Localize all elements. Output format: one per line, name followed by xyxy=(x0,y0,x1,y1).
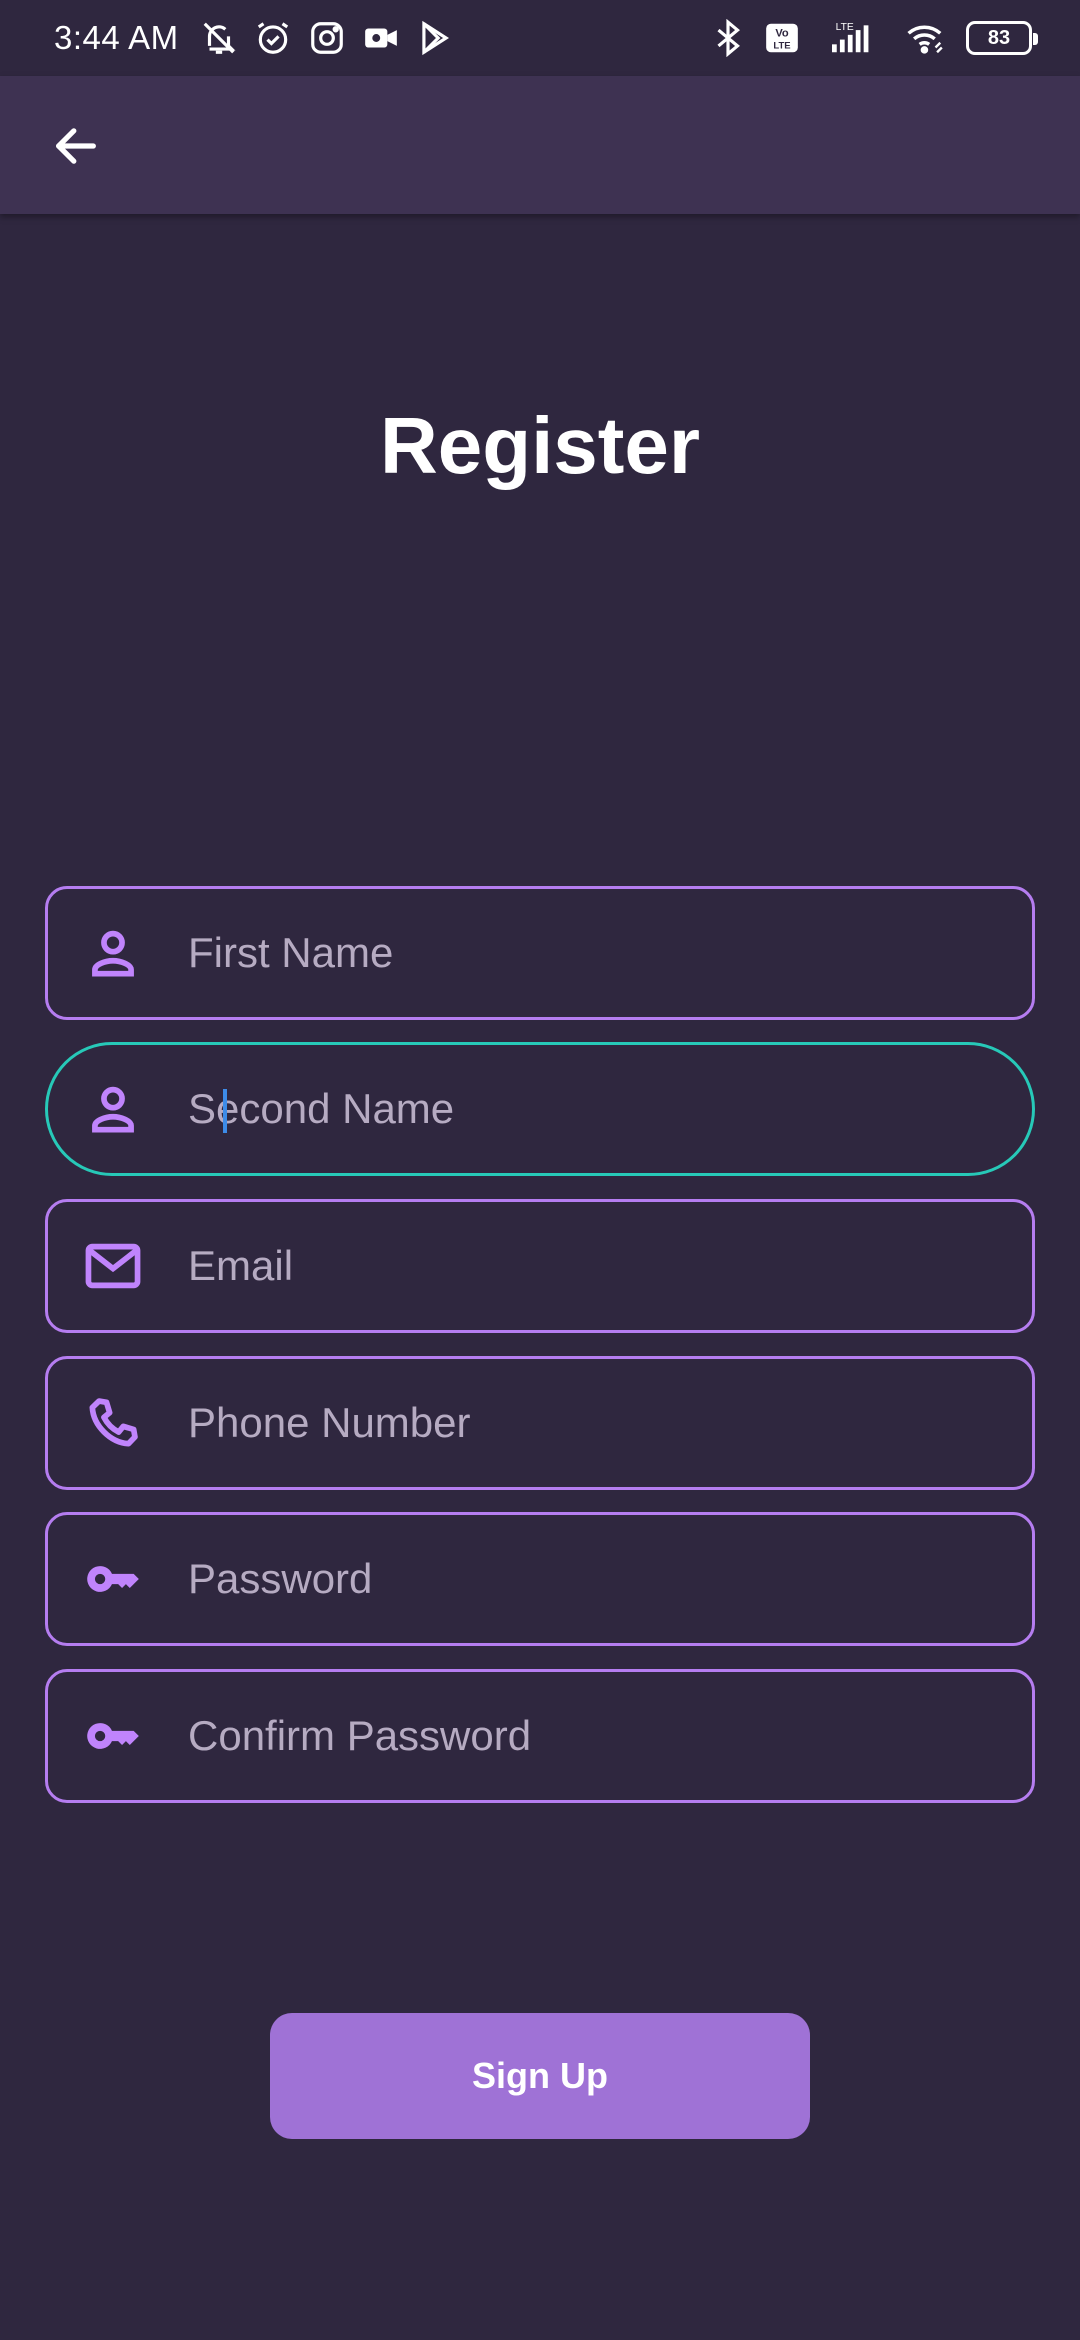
mute-icon xyxy=(199,18,239,58)
wifi-icon xyxy=(900,18,952,58)
password-field[interactable] xyxy=(45,1512,1035,1646)
phone-icon xyxy=(80,1390,146,1456)
svg-text:Vo: Vo xyxy=(775,27,789,39)
text-cursor xyxy=(223,1089,227,1133)
lte-signal-icon: LTE xyxy=(816,18,886,58)
first-name-input[interactable] xyxy=(188,889,1032,1017)
status-bar-left: 3:44 AM xyxy=(54,18,455,58)
key-icon xyxy=(80,1703,146,1769)
status-bar: 3:44 AM Vo LTE LTE 83 xyxy=(0,0,1080,76)
confirm-password-input[interactable] xyxy=(188,1672,1032,1800)
key-icon xyxy=(80,1546,146,1612)
arrow-left-icon xyxy=(56,128,96,164)
svg-text:LTE: LTE xyxy=(773,40,790,51)
sign-up-button[interactable]: Sign Up xyxy=(270,2013,810,2139)
phone-field[interactable] xyxy=(45,1356,1035,1490)
second-name-input[interactable] xyxy=(188,1045,1032,1173)
back-button[interactable] xyxy=(40,110,112,182)
status-time: 3:44 AM xyxy=(54,19,179,56)
app-bar xyxy=(0,76,1080,214)
email-field[interactable] xyxy=(45,1199,1035,1333)
svg-text:LTE: LTE xyxy=(836,22,854,33)
second-name-field[interactable] xyxy=(45,1042,1035,1176)
email-input[interactable] xyxy=(188,1202,1032,1330)
person-icon xyxy=(80,1076,146,1142)
mail-icon xyxy=(80,1233,146,1299)
volte-icon: Vo LTE xyxy=(762,18,802,58)
person-icon xyxy=(80,920,146,986)
bluetooth-icon xyxy=(708,18,748,58)
play-store-icon xyxy=(415,18,455,58)
phone-input[interactable] xyxy=(188,1359,1032,1487)
confirm-password-field[interactable] xyxy=(45,1669,1035,1803)
battery-icon: 83 xyxy=(966,21,1038,55)
password-input[interactable] xyxy=(188,1515,1032,1643)
status-bar-right: Vo LTE LTE 83 xyxy=(708,18,1038,58)
alarm-icon xyxy=(253,18,293,58)
video-camera-icon xyxy=(361,18,401,58)
page-title: Register xyxy=(379,401,701,490)
first-name-field[interactable] xyxy=(45,886,1035,1020)
instagram-icon xyxy=(307,18,347,58)
